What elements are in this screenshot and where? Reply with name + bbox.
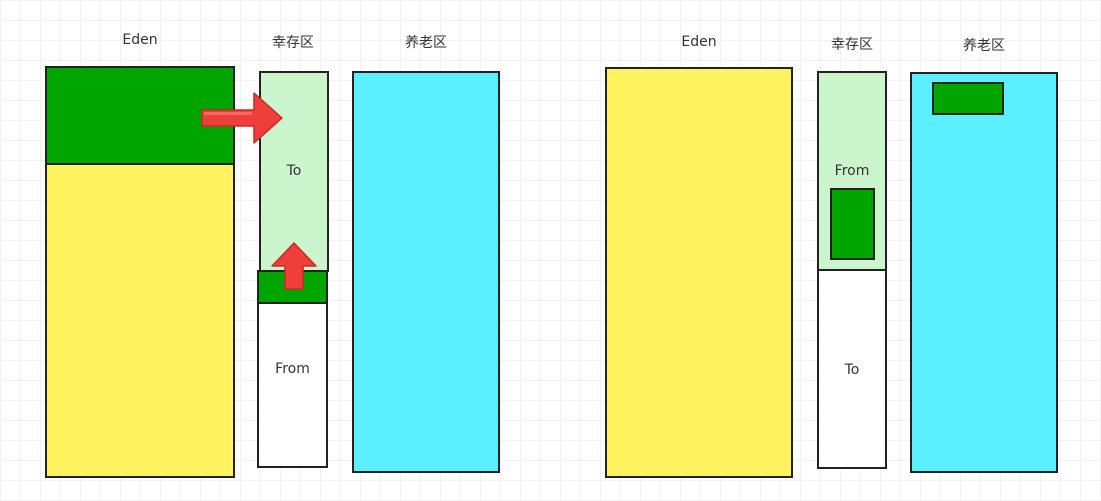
left-to-label: To — [286, 163, 302, 179]
right-survivor-label: 幸存区 — [831, 37, 873, 53]
up-arrow-icon — [271, 242, 317, 290]
right-eden-region — [605, 67, 793, 478]
right-from-live-objects — [830, 188, 875, 260]
left-old-gen-label: 养老区 — [405, 35, 447, 51]
right-to-label: To — [844, 362, 860, 378]
right-from-label: From — [834, 163, 870, 179]
right-eden-label: Eden — [681, 34, 717, 50]
right-old-gen-label: 养老区 — [963, 38, 1005, 54]
right-old-gen-region — [910, 72, 1058, 473]
right-arrow-icon — [201, 92, 283, 144]
left-eden-label: Eden — [122, 32, 158, 48]
right-survivor-to: To — [817, 269, 887, 469]
right-old-gen-promoted-objects — [932, 82, 1004, 115]
left-survivor-label: 幸存区 — [272, 35, 314, 51]
left-from-label: From — [275, 361, 310, 377]
diagram-canvas: Eden 幸存区 养老区 To From Eden 幸存区 养老区 From T… — [0, 0, 1101, 501]
left-old-gen-region — [352, 71, 500, 473]
